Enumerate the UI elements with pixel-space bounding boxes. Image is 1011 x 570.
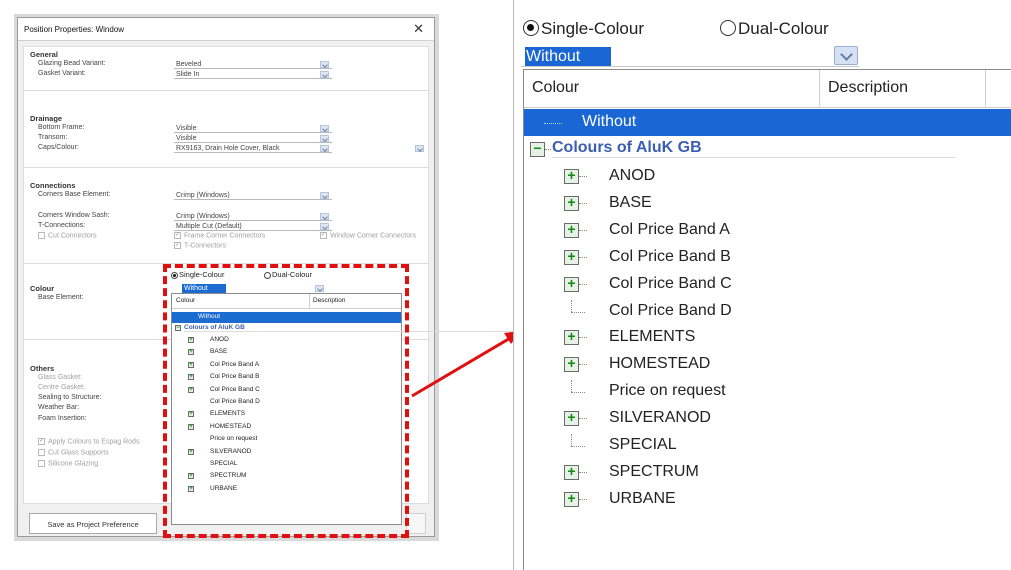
tree-connector: [571, 380, 572, 393]
minus-box-icon[interactable]: −: [530, 141, 545, 157]
list-item-label: Price on request: [609, 382, 726, 400]
tree-connector: [579, 337, 587, 339]
tree-connector: [545, 149, 551, 150]
list-item[interactable]: Col Price Band D: [524, 298, 1011, 325]
dual-colour-radio[interactable]: Dual-Colour: [720, 19, 829, 39]
list-item[interactable]: + Col Price Band B: [524, 244, 1011, 271]
colour-list: Colour Description Without − Colours of …: [523, 69, 1011, 570]
list-item-label: SILVERANOD: [609, 409, 711, 427]
tree-connector: [571, 299, 572, 312]
list-group-label: Colours of AluK GB: [552, 139, 956, 158]
list-item-label: Col Price Band D: [609, 301, 732, 319]
zoomed-colour-picker: Single-Colour Dual-Colour Without Colour…: [513, 0, 1011, 570]
tree-connector: [579, 418, 587, 420]
list-item[interactable]: + ANOD: [524, 163, 1011, 190]
chevron-down-icon[interactable]: [834, 46, 858, 65]
plus-box-icon[interactable]: +: [564, 329, 579, 346]
tree-connector: [579, 202, 587, 204]
list-item[interactable]: + ELEMENTS: [524, 324, 1011, 351]
plus-box-icon[interactable]: +: [564, 168, 579, 184]
tree-connector: [571, 446, 585, 447]
header-divider: [819, 70, 820, 107]
list-item[interactable]: + SPECTRUM: [524, 459, 1011, 486]
tree-connector: [579, 364, 587, 366]
colour-list-header: Colour Description: [524, 70, 1011, 108]
dual-colour-label: Dual-Colour: [738, 19, 829, 38]
list-item-label: Col Price Band A: [609, 220, 730, 238]
plus-box-icon[interactable]: +: [564, 464, 579, 480]
list-item-label: ELEMENTS: [609, 328, 696, 346]
list-item-label: HOMESTEAD: [609, 355, 711, 373]
list-item-without[interactable]: Without: [524, 109, 1011, 136]
plus-box-icon[interactable]: +: [564, 491, 579, 507]
tree-connector: [579, 471, 587, 473]
list-item-label: ANOD: [609, 167, 656, 184]
arrow-shaft: [411, 335, 513, 398]
tree-connector: [579, 256, 587, 258]
colour-select[interactable]: Without: [525, 47, 611, 66]
tree-connector: [579, 176, 587, 177]
panel-edge: [513, 0, 514, 570]
tree-connector: [544, 123, 562, 124]
list-item[interactable]: Price on request: [524, 378, 1011, 405]
list-item-label: Col Price Band C: [609, 274, 732, 292]
header-divider: [985, 70, 986, 107]
list-item[interactable]: + Col Price Band A: [524, 217, 1011, 244]
description-column-header[interactable]: Description: [828, 79, 908, 97]
tree-connector: [579, 229, 587, 231]
list-item[interactable]: SPECIAL: [524, 432, 1011, 459]
tree-connector: [579, 498, 587, 500]
list-group-aluk[interactable]: − Colours of AluK GB: [524, 136, 1011, 163]
list-item-label: BASE: [609, 193, 652, 211]
list-item[interactable]: + SILVERANOD: [524, 405, 1011, 432]
plus-box-icon[interactable]: +: [564, 410, 579, 427]
list-item-label: SPECIAL: [609, 436, 677, 453]
list-item-label: SPECTRUM: [609, 462, 699, 480]
tree-connector: [571, 392, 585, 394]
tree-connector: [579, 283, 587, 285]
plus-box-icon[interactable]: +: [564, 276, 579, 292]
plus-box-icon[interactable]: +: [564, 195, 579, 211]
tree-connector: [571, 434, 572, 446]
plus-box-icon[interactable]: +: [564, 249, 579, 265]
colour-column-header[interactable]: Colour: [532, 79, 579, 97]
list-item[interactable]: + HOMESTEAD: [524, 351, 1011, 378]
plus-box-icon[interactable]: +: [564, 356, 579, 373]
single-colour-label: Single-Colour: [541, 19, 644, 38]
tree-connector: [571, 311, 585, 313]
list-item-label: Without: [582, 113, 637, 130]
list-item[interactable]: + Col Price Band C: [524, 271, 1011, 298]
list-item-label: URBANE: [609, 489, 676, 507]
single-colour-radio[interactable]: Single-Colour: [523, 19, 644, 39]
list-item-label: Col Price Band B: [609, 247, 731, 265]
list-item[interactable]: + URBANE: [524, 486, 1011, 513]
plus-box-icon[interactable]: +: [564, 222, 579, 238]
list-item[interactable]: + BASE: [524, 190, 1011, 217]
